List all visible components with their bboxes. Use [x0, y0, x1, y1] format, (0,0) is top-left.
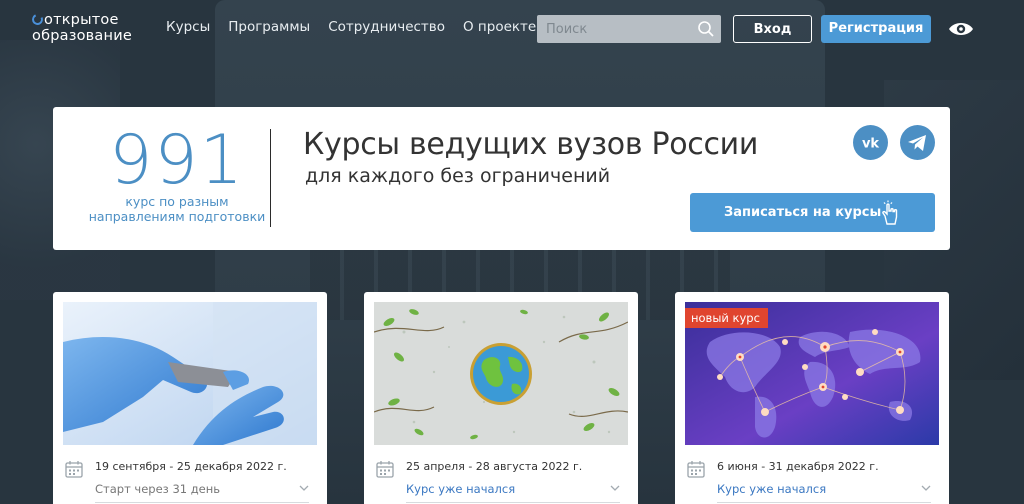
course-count-caption-line2: направлениям подготовки	[88, 209, 266, 224]
enroll-button[interactable]: Записаться на курсы	[690, 193, 935, 232]
course-count: 991	[109, 121, 245, 200]
logo-ring-icon	[30, 12, 45, 27]
pointing-hand-icon	[882, 200, 898, 225]
course-image-globe[interactable]	[374, 302, 628, 445]
site-logo[interactable]: открытое образование	[30, 12, 147, 48]
course-count-caption-line1: курс по разным	[125, 194, 229, 209]
course-card[interactable]: новый курс 6 июня - 31 декабря 2022 г. К…	[675, 292, 949, 504]
course-card[interactable]: 19 сентября - 25 декабря 2022 г. Старт ч…	[53, 292, 327, 504]
telegram-icon	[908, 135, 926, 151]
course-image-gloves[interactable]	[63, 302, 317, 445]
course-card[interactable]: 25 апреля - 28 августа 2022 г. Курс уже …	[364, 292, 638, 504]
calendar-icon	[65, 461, 83, 478]
logo-line2: образование	[32, 28, 132, 44]
hero-subtitle: для каждого без ограничений	[305, 165, 611, 187]
login-button[interactable]: Вход	[733, 15, 812, 43]
nav-cooperation[interactable]: Сотрудничество	[328, 19, 445, 35]
search-input[interactable]	[537, 15, 687, 43]
course-dates: 19 сентября - 25 декабря 2022 г.	[95, 460, 287, 473]
main-nav: Курсы Программы Сотрудничество О проекте	[166, 19, 536, 35]
course-image-world-network[interactable]: новый курс	[685, 302, 939, 445]
accessibility-eye-icon[interactable]	[948, 18, 974, 40]
nav-about[interactable]: О проекте	[463, 19, 536, 35]
course-count-caption: курс по разным направлениям подготовки	[67, 194, 287, 224]
logo-line1: открытое	[44, 12, 119, 28]
vk-link[interactable]: vk	[853, 125, 888, 160]
enroll-button-label: Записаться на курсы	[724, 205, 882, 220]
chevron-down-icon[interactable]	[610, 484, 620, 492]
search-icon[interactable]	[697, 20, 715, 38]
telegram-link[interactable]	[900, 125, 935, 160]
course-dates: 6 июня - 31 декабря 2022 г.	[717, 460, 879, 473]
hero-divider	[270, 129, 271, 227]
chevron-down-icon[interactable]	[921, 484, 931, 492]
card-divider	[95, 502, 309, 503]
chevron-down-icon[interactable]	[299, 484, 309, 492]
nav-courses[interactable]: Курсы	[166, 19, 210, 35]
site-header: открытое образование Курсы Программы Сот…	[0, 0, 1024, 58]
nav-programs[interactable]: Программы	[228, 19, 310, 35]
calendar-icon	[687, 461, 705, 478]
new-course-badge: новый курс	[685, 308, 768, 328]
vk-icon: vk	[862, 137, 879, 152]
svg-text:vk: vk	[862, 137, 879, 152]
hero-panel: 991 курс по разным направлениям подготов…	[53, 107, 950, 250]
card-divider	[717, 502, 931, 503]
calendar-icon	[376, 461, 394, 478]
course-dates: 25 апреля - 28 августа 2022 г.	[406, 460, 583, 473]
course-status: Старт через 31 день	[95, 482, 221, 496]
course-status: Курс уже начался	[406, 482, 516, 496]
search-box	[537, 15, 721, 43]
register-button[interactable]: Регистрация	[821, 15, 931, 43]
card-divider	[406, 502, 620, 503]
hero-title: Курсы ведущих вузов России	[303, 127, 759, 162]
course-status: Курс уже начался	[717, 482, 827, 496]
